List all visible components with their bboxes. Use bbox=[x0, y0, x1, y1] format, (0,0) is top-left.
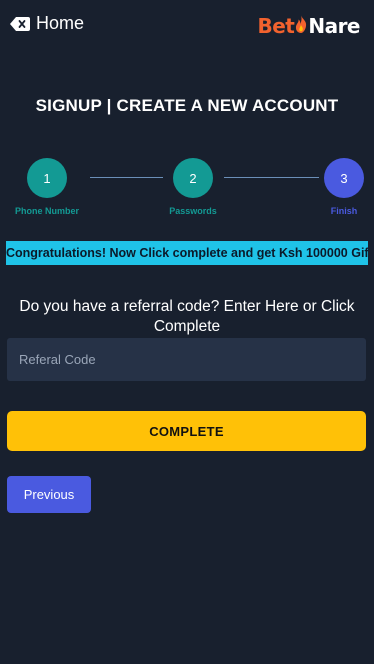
home-label: Home bbox=[36, 13, 85, 33]
step-number: 1 bbox=[43, 170, 51, 186]
logo-text-nare: Nare bbox=[308, 14, 360, 38]
flame-icon bbox=[295, 14, 307, 38]
step-connector bbox=[224, 177, 319, 178]
header: Home Bet Nare bbox=[0, 0, 374, 50]
logo-text-bet: Bet bbox=[257, 14, 295, 38]
page-title: SIGNUP | CREATE A NEW ACCOUNT bbox=[35, 96, 339, 115]
complete-button[interactable]: COMPLETE bbox=[7, 411, 366, 451]
signup-stepper: 1 2 3 Phone Number Passwords Finish bbox=[0, 158, 374, 218]
step-number: 3 bbox=[340, 170, 348, 186]
step-3-circle: 3 bbox=[324, 158, 364, 198]
promo-banner-text: Congratulations! Now Click complete and … bbox=[6, 246, 368, 260]
referral-code-input[interactable] bbox=[7, 338, 366, 381]
promo-banner: Congratulations! Now Click complete and … bbox=[6, 241, 368, 265]
step-1-label: Phone Number bbox=[14, 206, 79, 216]
step-2-label: Passwords bbox=[169, 206, 217, 216]
step-1-circle: 1 bbox=[27, 158, 67, 198]
step-number: 2 bbox=[189, 170, 197, 186]
referral-question: Do you have a referral code? Enter Here … bbox=[19, 298, 355, 335]
backspace-icon bbox=[10, 16, 30, 31]
previous-button[interactable]: Previous bbox=[7, 476, 91, 513]
step-3-label: Finish bbox=[330, 206, 358, 216]
step-2-circle: 2 bbox=[173, 158, 213, 198]
step-connector bbox=[90, 177, 163, 178]
home-link[interactable]: Home bbox=[10, 13, 84, 34]
brand-logo[interactable]: Bet Nare bbox=[257, 14, 360, 38]
